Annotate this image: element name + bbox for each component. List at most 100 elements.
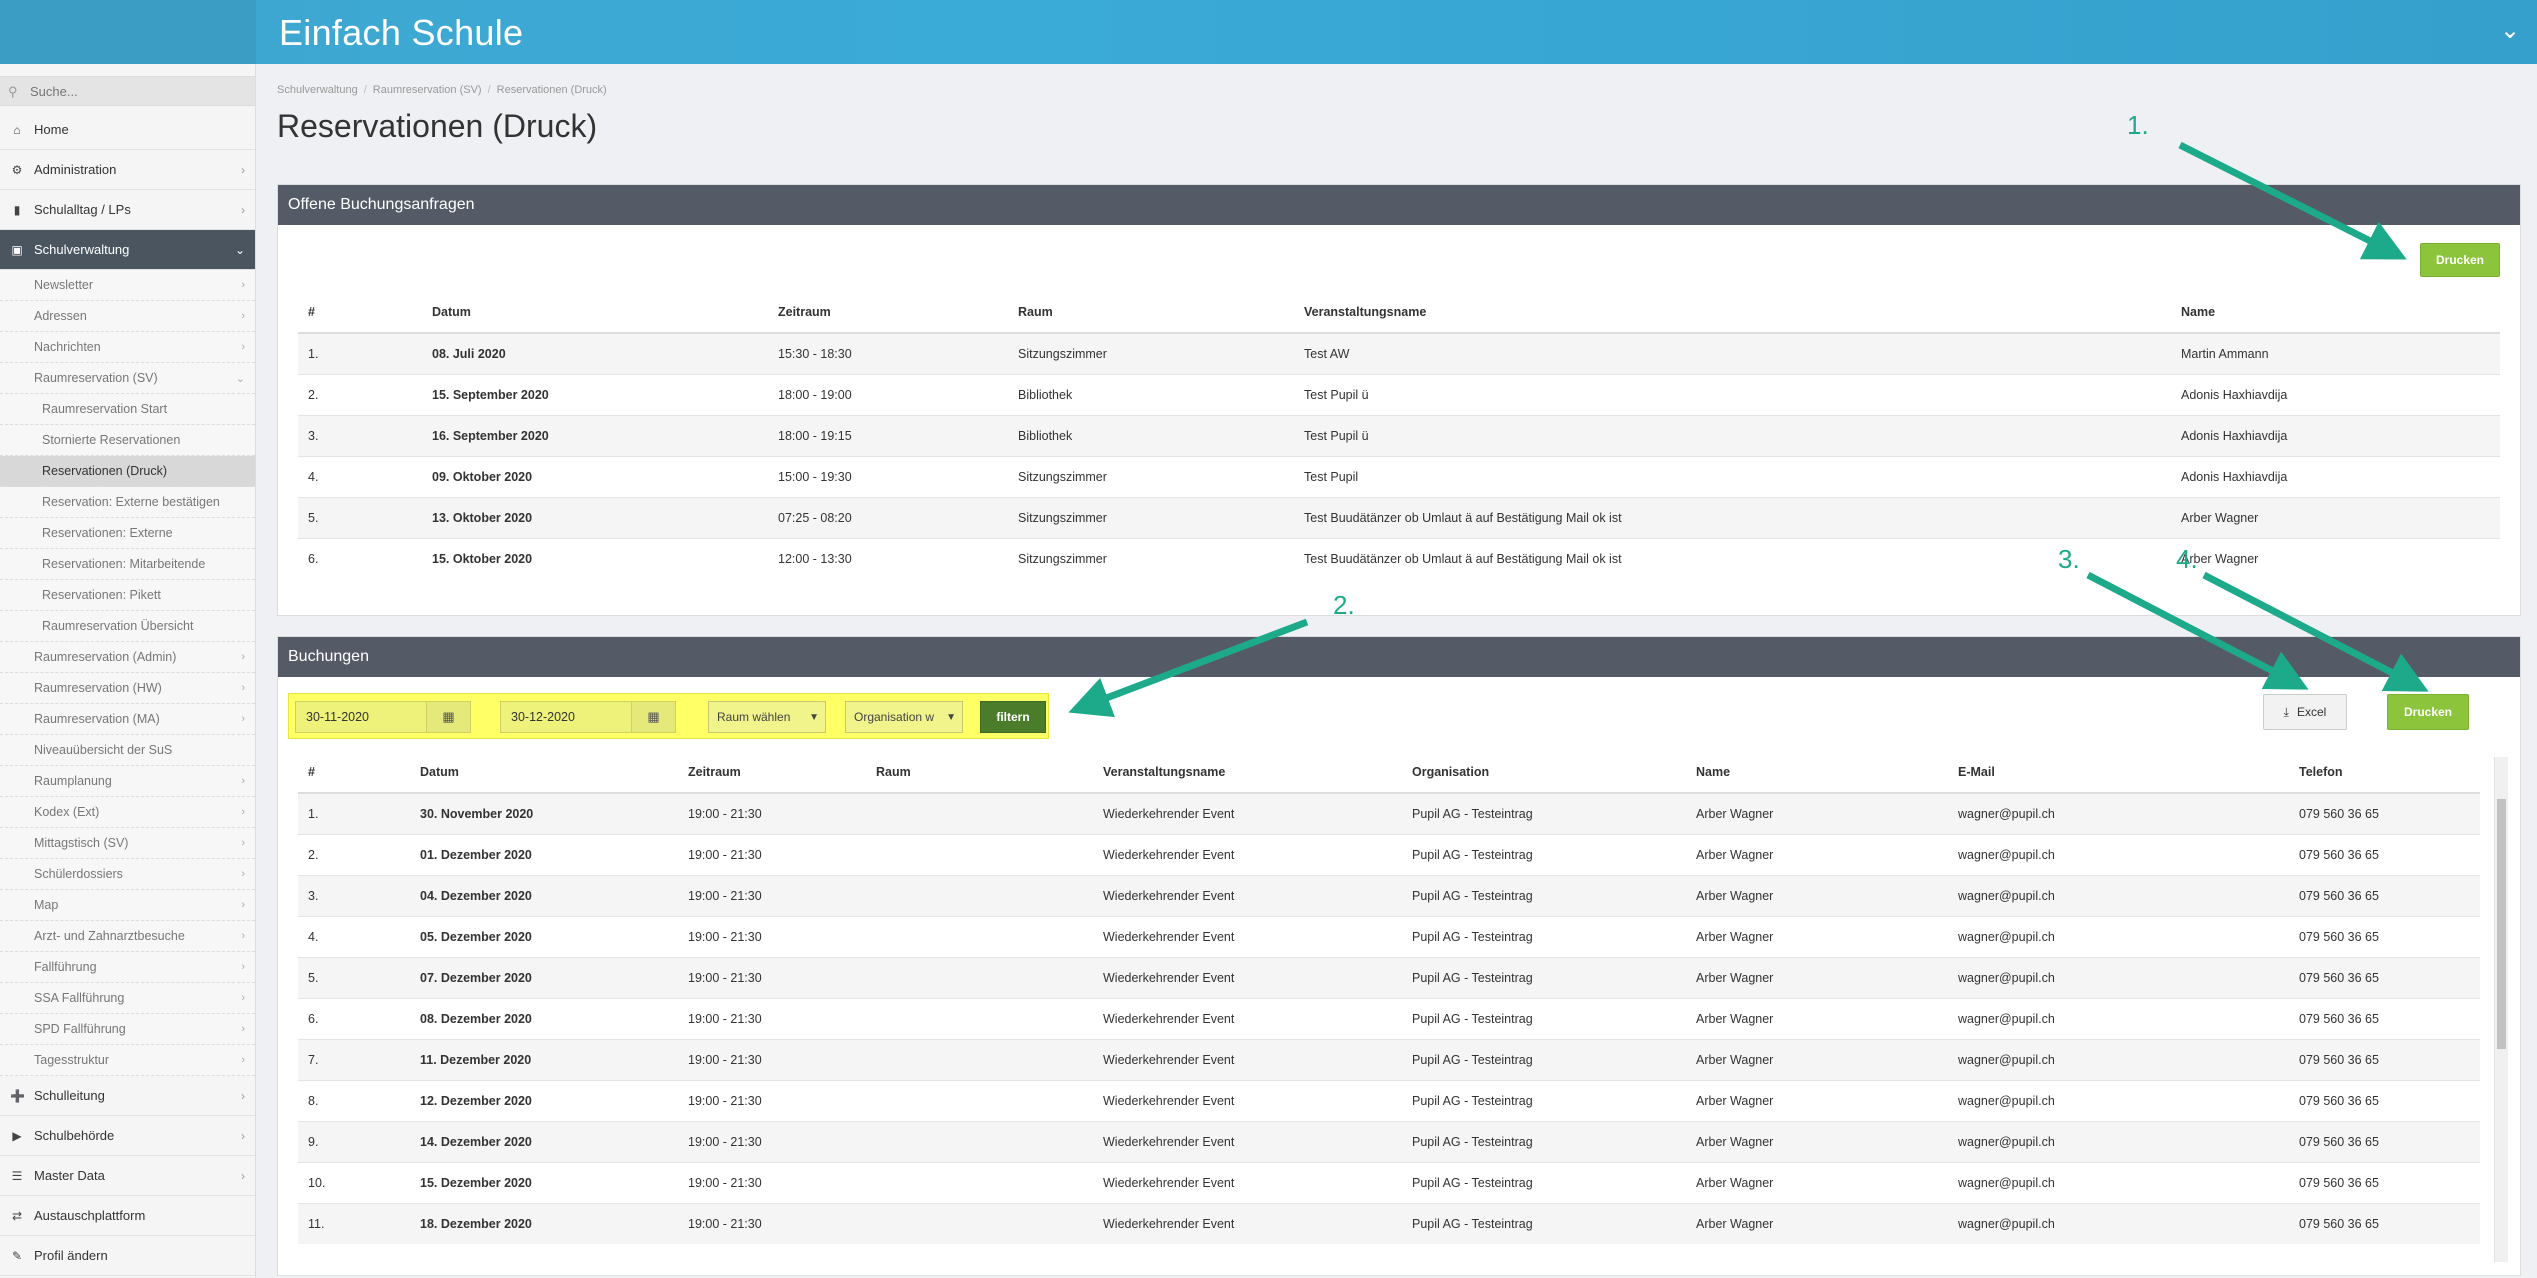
sidebar-item-label: Profil ändern [34, 1248, 108, 1263]
sidebar-subitem[interactable]: Mittagstisch (SV) › [0, 828, 255, 859]
print-open-requests-button[interactable]: Drucken [2420, 243, 2500, 277]
filter-button[interactable]: filtern [980, 701, 1046, 733]
cell-name: Arber Wagner [1686, 956, 1948, 998]
cell-index: 3. [298, 414, 422, 456]
sidebar-item-home[interactable]: ⌂ Home [0, 110, 255, 150]
sidebar-item-schulleitung[interactable]: ➕ Schulleitung › [0, 1076, 255, 1116]
cell-organisation: Pupil AG - Testeintrag [1402, 956, 1686, 998]
date-from-field[interactable]: 30-11-2020 ▦ [295, 701, 471, 733]
cell-index: 4. [298, 915, 410, 957]
sidebar-subitem[interactable]: Raumreservation (HW) › [0, 673, 255, 704]
cell-index: 3. [298, 874, 410, 916]
excel-export-button[interactable]: ⤓ Excel [2263, 694, 2347, 730]
sidebar-subitem[interactable]: Adressen › [0, 301, 255, 332]
sidebar-subitem[interactable]: Newsletter › [0, 270, 255, 301]
sidebar-subsubitem[interactable]: Reservationen: Externe [0, 518, 255, 549]
scrollbar-thumb[interactable] [2497, 799, 2506, 1049]
sidebar-subsubitem[interactable]: Reservationen: Pikett [0, 580, 255, 611]
cell-name: Arber Wagner [1686, 1202, 1948, 1244]
sidebar-subitem[interactable]: SPD Fallführung › [0, 1014, 255, 1045]
cell-time: 19:00 - 21:30 [678, 915, 866, 957]
cell-phone: 079 560 36 65 [2289, 1161, 2480, 1203]
room-select[interactable]: Raum wählen ▼ [708, 701, 826, 733]
annotation-label-3: 3. [2058, 544, 2080, 574]
cell-organisation: Pupil AG - Testeintrag [1402, 833, 1686, 875]
sidebar-subsubitem[interactable]: Reservationen: Mitarbeitende [0, 549, 255, 580]
table-row: 4. 09. Oktober 2020 15:00 - 19:30 Sitzun… [298, 455, 2500, 497]
signpost-icon: ➕ [10, 1088, 25, 1103]
sidebar-subitem[interactable]: Raumplanung › [0, 766, 255, 797]
sidebar-subitem[interactable]: Raumreservation (MA) › [0, 704, 255, 735]
sidebar-subitem[interactable]: Niveauübersicht der SuS [0, 735, 255, 766]
table-row: 2. 15. September 2020 18:00 - 19:00 Bibl… [298, 373, 2500, 415]
sidebar-item-master-data[interactable]: ☰ Master Data › [0, 1156, 255, 1196]
chevron-down-icon[interactable]: ⌄ [2497, 19, 2523, 43]
organisation-select[interactable]: Organisation w ▼ [845, 701, 963, 733]
cell-email: wagner@pupil.ch [1948, 915, 2289, 957]
table-row: 3. 04. Dezember 2020 19:00 - 21:30 Wiederke… [298, 874, 2480, 916]
cell-event: Wiederkehrender Event [1093, 915, 1402, 957]
sidebar-item-profil[interactable]: ✎ Profil ändern [0, 1236, 255, 1276]
sidebar-subitem[interactable]: Fallführung › [0, 952, 255, 983]
cell-date: 08. Dezember 2020 [410, 997, 678, 1039]
sidebar-subsubitem-active[interactable]: Reservationen (Druck) [0, 456, 255, 487]
sidebar-subitem-label: Kodex (Ext) [34, 805, 100, 819]
cell-date: 01. Dezember 2020 [410, 833, 678, 875]
calendar-icon[interactable]: ▦ [631, 702, 675, 732]
sidebar-subitem-label: SPD Fallführung [34, 1022, 126, 1036]
sidebar-subsubitem[interactable]: Raumreservation Start [0, 394, 255, 425]
sidebar-item-schulalltag[interactable]: ▮ Schulalltag / LPs › [0, 190, 255, 230]
sidebar-subitem-label: Raumreservation (MA) [34, 712, 160, 726]
table-row: 9. 14. Dezember 2020 19:00 - 21:30 Wiederke… [298, 1120, 2480, 1162]
calendar-icon[interactable]: ▦ [426, 702, 470, 732]
table-row: 3. 16. September 2020 18:00 - 19:15 Bibl… [298, 414, 2500, 456]
caret-down-icon: ▼ [809, 711, 819, 723]
table-row: 11. 18. Dezember 2020 19:00 - 21:30 Wiederk… [298, 1202, 2480, 1244]
print-bookings-button[interactable]: Drucken [2387, 694, 2469, 730]
table-header-row: # Datum Zeitraum Raum Veranstaltungsname… [298, 751, 2480, 794]
cell-name: Arber Wagner [1686, 1120, 1948, 1162]
excel-label: Excel [2296, 705, 2327, 719]
cogs-icon: ⚙ [11, 162, 23, 177]
sidebar-subitem[interactable]: Raumreservation (Admin) › [0, 642, 255, 673]
sidebar-subsubitem[interactable]: Raumreservation Übersicht [0, 611, 255, 642]
sidebar-subitem[interactable]: Tagesstruktur › [0, 1045, 255, 1076]
breadcrumb-separator: / [487, 84, 491, 96]
cell-event: Wiederkehrender Event [1093, 1079, 1402, 1121]
chevron-right-icon: › [241, 1023, 245, 1035]
breadcrumb-item[interactable]: Schulverwaltung [277, 84, 358, 96]
sidebar-subitem[interactable]: Kodex (Ext) › [0, 797, 255, 828]
cell-date: 15. Oktober 2020 [422, 537, 768, 579]
search-input[interactable] [30, 83, 230, 99]
date-to-field[interactable]: 30-12-2020 ▦ [500, 701, 676, 733]
sidebar-subitem[interactable]: SSA Fallführung › [0, 983, 255, 1014]
chevron-right-icon: › [241, 202, 245, 217]
cell-index: 8. [298, 1079, 410, 1121]
chevron-right-icon: › [241, 682, 245, 694]
sidebar-subitem[interactable]: Arzt- und Zahnarztbesuche › [0, 921, 255, 952]
breadcrumb-item: Reservationen (Druck) [496, 84, 607, 96]
chevron-right-icon: › [241, 1168, 245, 1183]
sidebar-subitem[interactable]: Nachrichten › [0, 332, 255, 363]
cell-time: 19:00 - 21:30 [678, 1202, 866, 1244]
chevron-right-icon: › [241, 961, 245, 973]
sidebar-item-administration[interactable]: ⚙ Administration › [0, 150, 255, 190]
sidebar-item-austauschplattform[interactable]: ⇄ Austauschplattform [0, 1196, 255, 1236]
cell-index: 6. [298, 537, 422, 579]
sidebar-subitem-raumreservation-sv[interactable]: Raumreservation (SV) ⌄ [0, 363, 255, 394]
chevron-right-icon: › [241, 806, 245, 818]
cell-name: Adonis Haxhiavdija [2171, 373, 2500, 415]
sidebar-subitem-label: Fallführung [34, 960, 97, 974]
column-header: Raum [1008, 291, 1294, 334]
sidebar-subsubitem[interactable]: Stornierte Reservationen [0, 425, 255, 456]
sidebar-subsubitem[interactable]: Reservation: Externe bestätigen [0, 487, 255, 518]
sidebar-subitem[interactable]: Map › [0, 890, 255, 921]
exchange-icon: ⇄ [11, 1208, 23, 1223]
sidebar-subitem[interactable]: Schülerdossiers › [0, 859, 255, 890]
cell-time: 19:00 - 21:30 [678, 1079, 866, 1121]
sidebar-item-schulverwaltung[interactable]: ▣ Schulverwaltung ⌄ [0, 230, 255, 270]
bookings-scrollbar[interactable] [2494, 757, 2508, 1262]
sidebar-item-schulbehoerde[interactable]: ▶ Schulbehörde › [0, 1116, 255, 1156]
breadcrumb-item[interactable]: Raumreservation (SV) [373, 84, 482, 96]
cell-room: Bibliothek [1008, 373, 1294, 415]
